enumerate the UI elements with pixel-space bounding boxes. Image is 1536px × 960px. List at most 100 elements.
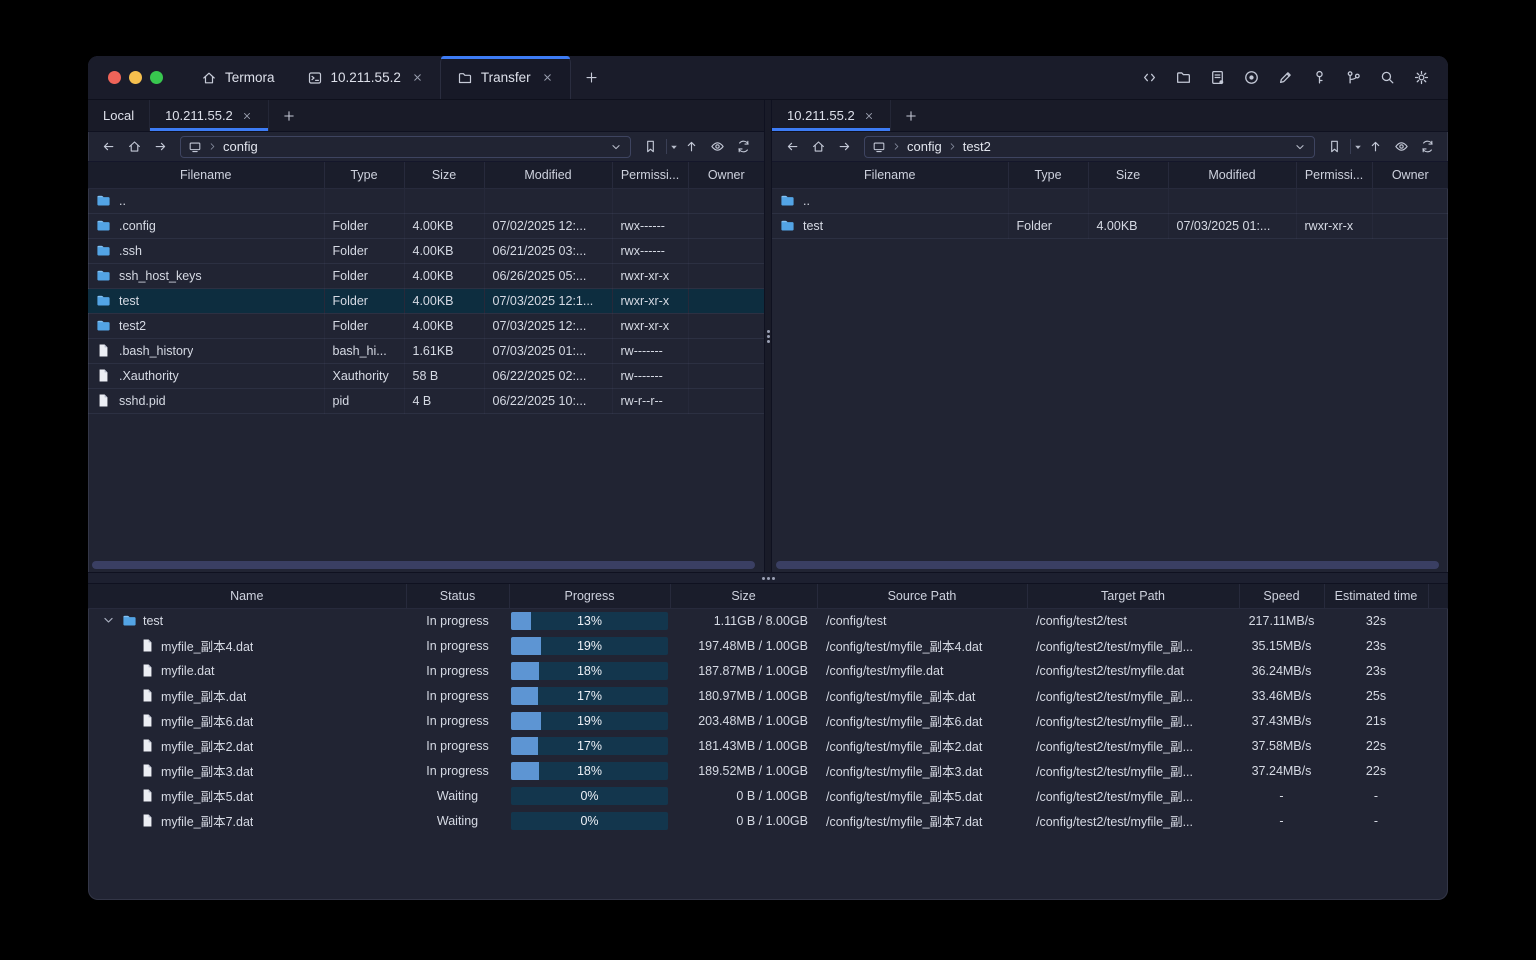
file-row[interactable]: ssh_host_keys Folder 4.00KB 06/26/2025 05:.… bbox=[88, 263, 764, 289]
bookmark-menu-icon[interactable] bbox=[1354, 143, 1362, 151]
vertical-splitter[interactable] bbox=[764, 100, 772, 572]
show-hidden-files-button[interactable] bbox=[705, 135, 730, 159]
bookmark-button[interactable] bbox=[638, 135, 663, 159]
key-button[interactable] bbox=[1306, 65, 1332, 91]
file-row[interactable]: .ssh Folder 4.00KB 06/21/2025 03:... rwx----… bbox=[88, 238, 764, 264]
home-button[interactable] bbox=[122, 135, 147, 159]
parent-directory-button[interactable] bbox=[679, 135, 704, 159]
file-row[interactable]: .. bbox=[88, 188, 764, 214]
transfer-row[interactable]: myfile_副本6.dat In progress 19% 203.48MB / 1… bbox=[88, 708, 1448, 733]
close-tab-icon[interactable] bbox=[541, 71, 554, 84]
pane-tab-local[interactable]: Local bbox=[88, 100, 151, 131]
transfer-row[interactable]: myfile_副本2.dat In progress 17% 181.43MB / 1… bbox=[88, 733, 1448, 758]
file-row[interactable]: test Folder 4.00KB 07/03/2025 01:... rwxr-xr… bbox=[772, 213, 1448, 239]
home-button[interactable] bbox=[806, 135, 831, 159]
transfer-row[interactable]: myfile_副本7.dat Waiting 0% 0 B / 1.00GB/conf… bbox=[88, 808, 1448, 833]
column-header-size[interactable]: Size bbox=[1088, 162, 1169, 189]
file-modified-cell: 07/03/2025 01:... bbox=[1168, 213, 1297, 239]
parent-directory-button[interactable] bbox=[1363, 135, 1388, 159]
file-row[interactable]: sshd.pid pid 4 B 06/22/2025 10:... rw-r--r-- bbox=[88, 388, 764, 414]
transfer-name-cell: myfile_副本3.dat bbox=[88, 758, 406, 783]
new-pane-tab-button[interactable] bbox=[891, 100, 931, 131]
file-row[interactable]: test Folder 4.00KB 07/03/2025 12:1... rwxr-x… bbox=[88, 288, 764, 314]
window-tab-termora[interactable]: Termora bbox=[185, 56, 291, 99]
close-tab-icon[interactable] bbox=[863, 110, 875, 122]
search-button[interactable] bbox=[1374, 65, 1400, 91]
column-header-status[interactable]: Status bbox=[406, 584, 510, 609]
breadcrumb-segment[interactable]: config bbox=[223, 139, 258, 154]
close-tab-icon[interactable] bbox=[411, 71, 424, 84]
path-dropdown-icon[interactable] bbox=[609, 140, 623, 154]
bookmark-button[interactable] bbox=[1322, 135, 1347, 159]
file-row[interactable]: .. bbox=[772, 188, 1448, 214]
show-hidden-files-button[interactable] bbox=[1389, 135, 1414, 159]
transfer-row[interactable]: myfile_副本5.dat Waiting 0% 0 B / 1.00GB/conf… bbox=[88, 783, 1448, 808]
file-row[interactable]: .bash_history bash_hi... 1.61KB 07/03/2025 … bbox=[88, 338, 764, 364]
column-header-type[interactable]: Type bbox=[1008, 162, 1089, 189]
column-header-filename[interactable]: Filename bbox=[772, 162, 1009, 189]
window-tab-transfer[interactable]: Transfer bbox=[439, 56, 571, 99]
path-breadcrumb[interactable]: config test2 bbox=[864, 135, 1315, 158]
bookmark-menu-icon[interactable] bbox=[670, 143, 678, 151]
column-header-permissi[interactable]: Permissi... bbox=[1296, 162, 1373, 189]
column-header-filename[interactable]: Filename bbox=[88, 162, 325, 189]
breadcrumb-segment[interactable]: test2 bbox=[963, 139, 991, 154]
minimize-window-button[interactable] bbox=[129, 71, 142, 84]
titlebar-action-icons bbox=[1136, 56, 1448, 99]
path-breadcrumb[interactable]: config bbox=[180, 135, 631, 158]
column-header-name[interactable]: Name bbox=[88, 584, 407, 609]
refresh-button[interactable] bbox=[731, 135, 756, 159]
transfer-name-label: myfile_副本6.dat bbox=[161, 715, 254, 729]
close-tab-icon[interactable] bbox=[241, 110, 253, 122]
column-header-permissi[interactable]: Permissi... bbox=[612, 162, 689, 189]
column-header-speed[interactable]: Speed bbox=[1239, 584, 1325, 609]
column-header-owner[interactable]: Owner bbox=[1372, 162, 1448, 189]
new-window-tab-button[interactable] bbox=[571, 56, 613, 99]
keychain-button[interactable] bbox=[1340, 65, 1366, 91]
forward-button[interactable] bbox=[832, 135, 857, 159]
column-header-source-path[interactable]: Source Path bbox=[817, 584, 1028, 609]
horizontal-scrollbar[interactable] bbox=[776, 561, 1439, 569]
left-pane-tab-bar: Local 10.211.55.2 bbox=[88, 100, 764, 132]
column-header-target-path[interactable]: Target Path bbox=[1027, 584, 1240, 609]
column-header-size[interactable]: Size bbox=[404, 162, 485, 189]
log-button[interactable] bbox=[1204, 65, 1230, 91]
settings-button[interactable] bbox=[1408, 65, 1434, 91]
new-pane-tab-button[interactable] bbox=[269, 100, 309, 131]
file-row[interactable]: .config Folder 4.00KB 07/02/2025 12:... rwx-… bbox=[88, 213, 764, 239]
column-header-type[interactable]: Type bbox=[324, 162, 405, 189]
back-button[interactable] bbox=[96, 135, 121, 159]
filler-cell bbox=[1428, 808, 1448, 833]
column-header-estimated-time[interactable]: Estimated time bbox=[1324, 584, 1429, 609]
path-dropdown-icon[interactable] bbox=[1293, 140, 1307, 154]
file-row[interactable]: test2 Folder 4.00KB 07/03/2025 12:... rwxr-x… bbox=[88, 313, 764, 339]
refresh-button[interactable] bbox=[1415, 135, 1440, 159]
zoom-window-button[interactable] bbox=[150, 71, 163, 84]
back-button[interactable] bbox=[780, 135, 805, 159]
transfer-row[interactable]: myfile_副本.dat In progress 17% 180.97MB / 1.… bbox=[88, 683, 1448, 708]
transfer-row[interactable]: myfile_副本4.dat In progress 19% 197.48MB / 1… bbox=[88, 633, 1448, 658]
folder-button[interactable] bbox=[1170, 65, 1196, 91]
column-header-size[interactable]: Size bbox=[670, 584, 818, 609]
edit-button[interactable] bbox=[1272, 65, 1298, 91]
horizontal-scrollbar[interactable] bbox=[92, 561, 755, 569]
transfer-row[interactable]: test In progress 13% 1.11GB / 8.00GB/config… bbox=[88, 608, 1448, 633]
transfer-target-cell: /config/test2/test/myfile_副... bbox=[1036, 790, 1194, 804]
code-button[interactable] bbox=[1136, 65, 1162, 91]
forward-button[interactable] bbox=[148, 135, 173, 159]
window-tab-10-211-55-2[interactable]: 10.211.55.2 bbox=[291, 56, 440, 99]
record-button[interactable] bbox=[1238, 65, 1264, 91]
column-header-owner[interactable]: Owner bbox=[688, 162, 764, 189]
column-header-modified[interactable]: Modified bbox=[484, 162, 613, 189]
breadcrumb-segment[interactable]: config bbox=[907, 139, 942, 154]
horizontal-splitter[interactable] bbox=[88, 572, 1448, 584]
transfer-row[interactable]: myfile_副本3.dat In progress 18% 189.52MB / 1… bbox=[88, 758, 1448, 783]
transfer-row[interactable]: myfile.dat In progress 18% 187.87MB / 1.00G… bbox=[88, 658, 1448, 683]
file-row[interactable]: .Xauthority Xauthority 58 B 06/22/2025 02:.… bbox=[88, 363, 764, 389]
column-header-modified[interactable]: Modified bbox=[1168, 162, 1297, 189]
pane-tab-10-211-55-2[interactable]: 10.211.55.2 bbox=[772, 100, 891, 131]
pane-tab-10-211-55-2[interactable]: 10.211.55.2 bbox=[150, 100, 269, 131]
collapse-chevron-icon[interactable] bbox=[101, 613, 116, 628]
column-header-progress[interactable]: Progress bbox=[509, 584, 671, 609]
close-window-button[interactable] bbox=[108, 71, 121, 84]
